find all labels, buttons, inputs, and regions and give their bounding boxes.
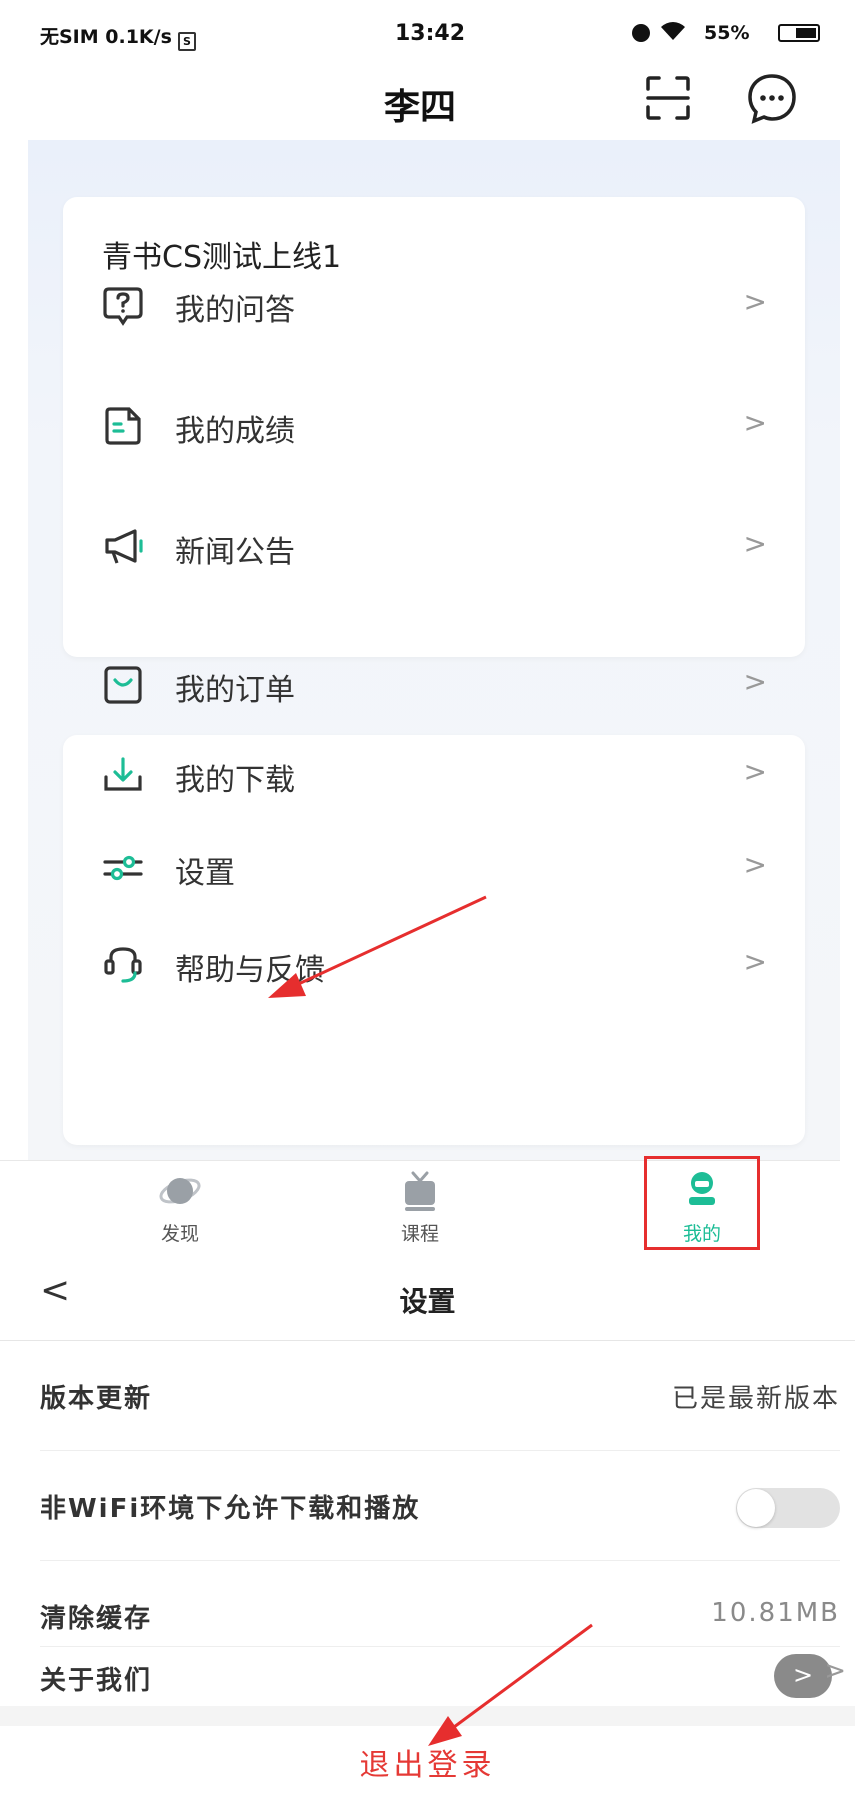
menu-item-news[interactable]: 新闻公告 > [63,507,805,587]
menu-label: 我的下载 [175,763,295,798]
settings-sliders-icon [101,846,145,890]
chat-bubble-icon[interactable] [745,71,799,125]
menu-label: 我的订单 [175,673,295,708]
menu-label: 帮助与反馈 [175,953,325,988]
menu-label: 我的成绩 [175,414,295,449]
battery-icon [778,24,820,42]
chevron-right-icon: > [743,945,767,978]
status-time: 13:42 [395,21,466,46]
cache-size: 10.81MB [711,1598,840,1628]
logout-button[interactable]: 退出登录 [0,1740,855,1784]
question-icon [101,283,145,327]
status-bar: 无SIM 0.1K/s S 13:42 55% [0,0,840,60]
chevron-right-icon: > [743,755,767,788]
download-icon [101,753,145,797]
settings-row-clear-cache[interactable]: 清除缓存 10.81MB [40,1560,840,1647]
menu-label: 新闻公告 [175,535,295,570]
row-label: 版本更新 [40,1384,153,1414]
non-wifi-toggle[interactable] [736,1488,840,1528]
settings-row-version-update[interactable]: 版本更新 已是最新版本 [40,1340,840,1451]
menu-item-my-downloads[interactable]: 我的下载 > [63,735,805,815]
menu-item-my-qa[interactable]: 我的问答 > [63,265,805,345]
menu-item-settings[interactable]: 设置 > [63,828,805,908]
chevron-right-icon: > [743,406,767,439]
chevron-right-icon: > [743,848,767,881]
chevron-right-icon: > [824,1656,846,1686]
settings-nav-bar: < 设置 [0,1256,855,1341]
megaphone-icon [101,525,145,569]
menu-label: 设置 [175,856,235,891]
chevron-right-icon: > [743,285,767,318]
tab-label: 发现 [160,1223,199,1245]
tab-discover[interactable]: 发现 [110,1169,250,1246]
menu-item-my-orders[interactable]: 我的订单 > [63,645,805,725]
order-bag-icon [101,663,145,707]
user-name: 李四 [383,87,456,128]
battery-percent: 55% [704,22,750,44]
annotation-highlight-box [644,1156,760,1250]
chevron-right-icon: > [743,665,767,698]
profile-header: 李四 [0,60,840,140]
sim-icon: S [177,32,196,51]
menu-item-my-grades[interactable]: 我的成绩 > [63,386,805,466]
row-label: 关于我们 [40,1666,153,1696]
alarm-icon [632,24,650,42]
tab-label: 课程 [400,1223,439,1245]
settings-row-non-wifi: 非WiFi环境下允许下载和播放 [40,1450,840,1561]
chevron-right-icon: > [743,527,767,560]
settings-row-about-us[interactable]: 关于我们 > > [40,1646,846,1706]
menu-label: 我的问答 [175,293,295,328]
row-value: 已是最新版本 [671,1384,840,1414]
grade-document-icon [101,404,145,448]
carrier-text: 无SIM 0.1K/s S [40,22,196,51]
tv-icon [398,1169,442,1213]
menu-item-help-feedback[interactable]: 帮助与反馈 > [63,925,805,1005]
toggle-knob [737,1489,775,1527]
planet-icon [158,1169,202,1213]
carrier-label: 无SIM 0.1K/s [40,26,172,48]
row-label: 清除缓存 [40,1604,153,1634]
section-divider [0,1706,855,1726]
scan-icon[interactable] [643,73,693,123]
row-label: 非WiFi环境下允许下载和播放 [40,1494,421,1524]
help-feedback-icon [101,943,145,987]
wifi-icon [660,20,686,48]
settings-title: 设置 [399,1285,456,1318]
tab-courses[interactable]: 课程 [350,1169,490,1246]
